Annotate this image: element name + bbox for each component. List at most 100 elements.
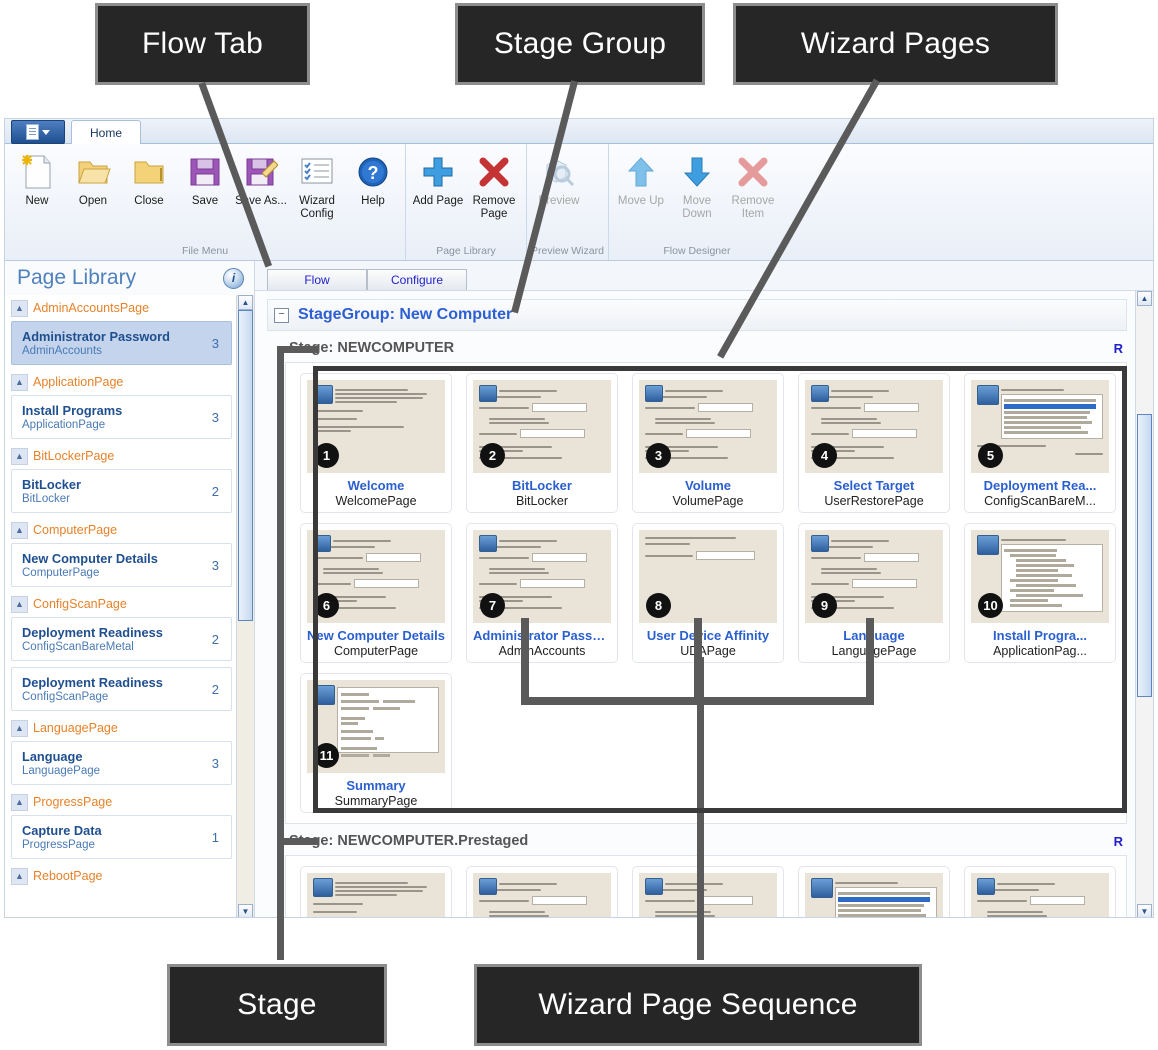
file-menu-button[interactable]	[11, 120, 65, 144]
wizard-page-card[interactable]	[798, 866, 950, 918]
chevron-up-icon[interactable]: ▲	[11, 868, 28, 885]
page-library-item[interactable]: LanguageLanguagePage3	[11, 741, 232, 785]
wizard-page-card[interactable]: 5Deployment Rea...ConfigScanBareM...	[964, 373, 1116, 513]
scroll-up-arrow-icon[interactable]: ▲	[1137, 291, 1152, 306]
ribbon-group-label-file-menu: File Menu	[9, 245, 401, 258]
scroll-up-arrow-icon[interactable]: ▲	[238, 295, 253, 310]
page-library-item-title: Administrator Password	[22, 329, 170, 344]
wizard-page-card[interactable]	[466, 866, 618, 918]
flow-designer-pane: Flow Configure −StageGroup: New Computer…	[255, 261, 1153, 918]
wizard-page-subtitle: ComputerPage	[307, 644, 445, 658]
move-down-button[interactable]: Move Down	[669, 148, 725, 221]
remove-page-button[interactable]: Remove Page	[466, 148, 522, 221]
plus-icon	[421, 152, 455, 192]
wizard-config-button[interactable]: Wizard Config	[289, 148, 345, 221]
page-library-group-header[interactable]: ▲ProgressPage	[9, 791, 232, 813]
page-library-item-count: 3	[212, 558, 219, 573]
open-button[interactable]: Open	[65, 148, 121, 208]
callout-wizard-page-sequence: Wizard Page Sequence	[474, 964, 922, 1046]
wizard-page-card[interactable]: 7Administrator Passw...AdminAccounts	[466, 523, 618, 663]
page-library-item[interactable]: Deployment ReadinessConfigScanPage2	[11, 667, 232, 711]
callout-leader-line	[277, 349, 284, 960]
canvas-scroll-track[interactable]	[1136, 306, 1153, 904]
chevron-up-icon[interactable]: ▲	[11, 522, 28, 539]
page-library-group-header[interactable]: ▲ApplicationPage	[9, 371, 232, 393]
page-library-item[interactable]: Deployment ReadinessConfigScanBareMetal2	[11, 617, 232, 661]
page-library-group-header[interactable]: ▲RebootPage	[9, 865, 232, 887]
chevron-up-icon[interactable]: ▲	[11, 794, 28, 811]
sequence-bracket-arm	[521, 618, 529, 700]
tab-configure[interactable]: Configure	[367, 269, 467, 290]
wizard-page-title: Volume	[639, 478, 777, 493]
wizard-page-card[interactable]: 11SummarySummaryPage	[300, 673, 452, 813]
info-icon[interactable]: i	[223, 268, 244, 289]
sidebar-scroll-track[interactable]	[237, 310, 254, 904]
page-library-group-header[interactable]: ▲BitLockerPage	[9, 445, 232, 467]
chevron-up-icon[interactable]: ▲	[11, 374, 28, 391]
new-button[interactable]: New	[9, 148, 65, 208]
remove-stage-link[interactable]: R	[1114, 341, 1123, 356]
minus-box-icon[interactable]: −	[274, 308, 289, 323]
page-library-group-header[interactable]: ▲ ComputerPage	[9, 519, 232, 541]
chevron-up-icon[interactable]: ▲	[11, 448, 28, 465]
stage-group-header[interactable]: −StageGroup: New Computer	[267, 299, 1127, 331]
ribbon-group-file-menu: New Open Close	[5, 144, 405, 260]
wizard-page-card[interactable]: 3VolumeVolumePage	[632, 373, 784, 513]
wizard-page-card[interactable]	[300, 866, 452, 918]
wizard-page-sequence-badge: 1	[314, 443, 339, 468]
wizard-page-card[interactable]	[964, 866, 1116, 918]
remove-item-button-label: Remove Item	[725, 195, 781, 221]
add-page-button[interactable]: Add Page	[410, 148, 466, 208]
canvas-scroll-thumb[interactable]	[1137, 414, 1152, 697]
chevron-up-icon[interactable]: ▲	[11, 300, 28, 317]
move-down-button-label: Move Down	[669, 195, 725, 221]
page-library-group-header[interactable]: ▲ConfigScanPage	[9, 593, 232, 615]
wizard-page-card[interactable]: 8User Device AffinityUDAPage	[632, 523, 784, 663]
chevron-up-icon[interactable]: ▲	[11, 596, 28, 613]
main-content: Page Library i ▲AdminAccountsPageAdminis…	[5, 261, 1153, 918]
page-library-list[interactable]: ▲AdminAccountsPageAdministrator Password…	[5, 295, 236, 918]
page-library-group-header[interactable]: ▲AdminAccountsPage	[9, 297, 232, 319]
page-library-group-header[interactable]: ▲LanguagePage	[9, 717, 232, 739]
wizard-page-subtitle: LanguagePage	[805, 644, 943, 658]
wizard-page-card[interactable]	[632, 866, 784, 918]
move-up-button[interactable]: Move Up	[613, 148, 669, 208]
close-button-label: Close	[134, 195, 163, 208]
tab-home[interactable]: Home	[71, 120, 141, 144]
arrow-down-icon	[682, 152, 712, 192]
help-button[interactable]: ? Help	[345, 148, 401, 208]
remove-stage-link[interactable]: R	[1114, 834, 1123, 849]
wizard-page-thumbnail: 11	[307, 680, 445, 773]
ribbon-group-label-preview-wizard: Preview Wizard	[531, 245, 604, 258]
wizard-page-title: Administrator Passw...	[473, 628, 611, 643]
flow-canvas[interactable]: −StageGroup: New ComputerStage: NEWCOMPU…	[255, 291, 1135, 918]
wizard-page-title: Install Progra...	[971, 628, 1109, 643]
scroll-down-arrow-icon[interactable]: ▼	[1137, 904, 1152, 918]
stage-group-title: StageGroup: New Computer	[298, 306, 512, 324]
page-library-item[interactable]: BitLockerBitLocker2	[11, 469, 232, 513]
close-button[interactable]: Close	[121, 148, 177, 208]
wizard-page-card[interactable]: 2BitLockerBitLocker	[466, 373, 618, 513]
wizard-page-title: User Device Affinity	[639, 628, 777, 643]
wizard-page-card[interactable]: 9LanguageLanguagePage	[798, 523, 950, 663]
chevron-up-icon[interactable]: ▲	[11, 720, 28, 737]
page-library-item[interactable]: Administrator PasswordAdminAccounts3	[11, 321, 232, 365]
page-library-item[interactable]: New Computer DetailsComputerPage3	[11, 543, 232, 587]
save-as-diskette-icon	[244, 152, 278, 192]
page-library-group-label: ComputerPage	[33, 523, 117, 537]
sidebar-scroll-thumb[interactable]	[238, 310, 253, 621]
page-library-item[interactable]: Capture DataProgressPage1	[11, 815, 232, 859]
remove-item-button[interactable]: Remove Item	[725, 148, 781, 221]
wizard-page-card[interactable]: 1WelcomeWelcomePage	[300, 373, 452, 513]
wizard-page-title: Summary	[307, 778, 445, 793]
page-library-item[interactable]: Install ProgramsApplicationPage3	[11, 395, 232, 439]
tab-flow[interactable]: Flow	[267, 269, 367, 290]
wizard-page-sequence-badge: 4	[812, 443, 837, 468]
sidebar-scrollbar[interactable]: ▲ ▼	[236, 295, 254, 918]
wizard-page-card[interactable]: 4Select TargetUserRestorePage	[798, 373, 950, 513]
scroll-down-arrow-icon[interactable]: ▼	[238, 904, 253, 918]
canvas-scrollbar[interactable]: ▲ ▼	[1135, 291, 1153, 918]
wizard-page-card[interactable]: 10Install Progra...ApplicationPag...	[964, 523, 1116, 663]
wizard-page-card[interactable]: 6New Computer DetailsComputerPage	[300, 523, 452, 663]
page-library-item-count: 3	[212, 336, 219, 351]
